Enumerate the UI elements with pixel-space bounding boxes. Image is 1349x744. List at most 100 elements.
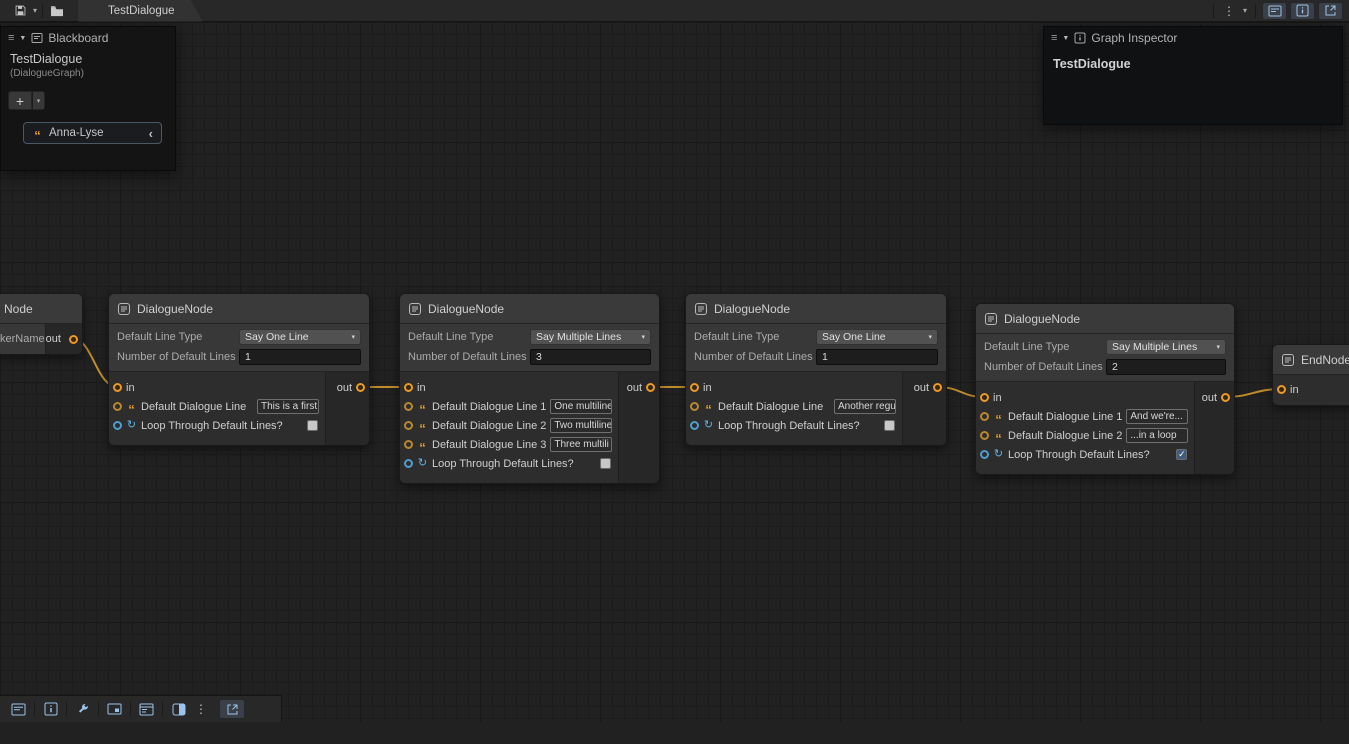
- num-default-lines-field[interactable]: 1: [816, 349, 938, 365]
- graph-name: TestDialogue: [1053, 57, 1333, 71]
- dialogue-line-field[interactable]: Another regu: [834, 399, 896, 414]
- line-port[interactable]: [980, 412, 989, 421]
- out-port-label: out: [627, 382, 642, 394]
- out-port[interactable]: [69, 335, 78, 344]
- dialogue-line-field[interactable]: This is a first: [257, 399, 319, 414]
- node-header[interactable]: DialogueNode: [976, 304, 1234, 334]
- in-port[interactable]: [1277, 385, 1286, 394]
- dialogue-line-field[interactable]: ...in a loop: [1126, 428, 1188, 443]
- line-port[interactable]: [404, 440, 413, 449]
- more-menu-button[interactable]: ⋮: [1220, 4, 1238, 18]
- num-default-lines-field[interactable]: 1: [239, 349, 361, 365]
- quote-icon: “: [417, 403, 428, 411]
- chevron-down-icon: ▾: [1216, 343, 1220, 351]
- line-port[interactable]: [404, 402, 413, 411]
- node-title: DialogueNode: [428, 302, 504, 316]
- drag-handle-icon[interactable]: ≡: [8, 32, 14, 44]
- field-label: Anna-Lyse: [49, 127, 143, 139]
- open-preview-button[interactable]: [1318, 2, 1343, 20]
- graph-type: (DialogueGraph): [10, 68, 166, 79]
- save-options-dropdown[interactable]: ▾: [31, 6, 39, 15]
- toolbar-divider: [98, 701, 99, 717]
- dialogue-node-icon: [694, 302, 708, 316]
- drag-handle-icon[interactable]: ≡: [1051, 32, 1057, 44]
- save-button[interactable]: [10, 1, 31, 21]
- dialogue-node-3[interactable]: DialogueNode Default Line Type Say One L…: [685, 293, 947, 446]
- line-port[interactable]: [690, 402, 699, 411]
- num-default-lines-field[interactable]: 3: [530, 349, 651, 365]
- wrench-icon[interactable]: [69, 698, 96, 720]
- blackboard-panel: ≡ ▼ Blackboard TestDialogue (DialogueGra…: [0, 26, 176, 171]
- blackboard-field[interactable]: “ Anna-Lyse ‹: [23, 122, 162, 144]
- minimap-toggle-icon[interactable]: [101, 698, 128, 720]
- add-property-dropdown[interactable]: ▾: [32, 91, 45, 110]
- out-port[interactable]: [933, 383, 942, 392]
- line-port[interactable]: [404, 421, 413, 430]
- inspector-toggle-button[interactable]: [1290, 2, 1315, 20]
- node-header[interactable]: EndNode: [1273, 345, 1349, 375]
- line-label: Default Dialogue Line 1: [1008, 411, 1122, 423]
- dialogue-line-field[interactable]: Three multili: [550, 437, 612, 452]
- dialogue-node-4[interactable]: DialogueNode Default Line Type Say Multi…: [975, 303, 1235, 475]
- inspector-header[interactable]: ≡ ▼ Graph Inspector: [1044, 27, 1342, 49]
- bool-port[interactable]: [404, 459, 413, 468]
- blackboard-toggle-button[interactable]: [1262, 2, 1287, 20]
- more-options-icon[interactable]: ⋮: [192, 698, 210, 720]
- bool-port[interactable]: [113, 421, 122, 430]
- loop-checkbox[interactable]: [307, 420, 318, 431]
- bool-port[interactable]: [980, 450, 989, 459]
- dialogue-line-field[interactable]: And we're...: [1126, 409, 1188, 424]
- toolbar-divider: [162, 701, 163, 717]
- node-header[interactable]: DialogueNode: [686, 294, 946, 324]
- breadcrumb-tab[interactable]: TestDialogue: [78, 0, 202, 22]
- node-header[interactable]: DialogueNode: [400, 294, 659, 324]
- loop-checkbox[interactable]: ✓: [1176, 449, 1187, 460]
- collapse-chevron-icon[interactable]: ‹: [149, 127, 153, 140]
- line-type-dropdown[interactable]: Say One Line ▾: [816, 329, 938, 345]
- in-port[interactable]: [404, 383, 413, 392]
- foldout-icon[interactable]: ▼: [19, 35, 26, 42]
- loop-checkbox[interactable]: [600, 458, 611, 469]
- out-port[interactable]: [646, 383, 655, 392]
- line-type-dropdown[interactable]: Say Multiple Lines ▾: [1106, 339, 1226, 355]
- quote-icon: “: [32, 129, 43, 137]
- foldout-icon[interactable]: ▼: [1062, 35, 1069, 42]
- node-title: DialogueNode: [714, 302, 790, 316]
- node-header[interactable]: DialogueNode: [109, 294, 369, 324]
- line-type-dropdown[interactable]: Say One Line ▾: [239, 329, 361, 345]
- out-port-label: out: [914, 382, 929, 394]
- bool-port[interactable]: [690, 421, 699, 430]
- preview-toggle-icon[interactable]: [165, 698, 192, 720]
- line-type-dropdown[interactable]: Say Multiple Lines ▾: [530, 329, 651, 345]
- panel-title: Graph Inspector: [1091, 31, 1177, 45]
- inspector-toggle-icon[interactable]: [37, 698, 64, 720]
- add-property-button[interactable]: +: [8, 91, 32, 110]
- in-port[interactable]: [980, 393, 989, 402]
- node-title: Node: [4, 302, 33, 316]
- blackboard-header[interactable]: ≡ ▼ Blackboard: [1, 27, 175, 49]
- in-port-label: in: [417, 382, 614, 394]
- dialogue-line-field[interactable]: Two multiline: [550, 418, 612, 433]
- in-port[interactable]: [690, 383, 699, 392]
- out-port[interactable]: [1221, 393, 1230, 402]
- open-asset-button[interactable]: [46, 1, 68, 21]
- out-port[interactable]: [356, 383, 365, 392]
- num-default-lines-field[interactable]: 2: [1106, 359, 1226, 375]
- loop-checkbox[interactable]: [884, 420, 895, 431]
- dialogue-node-1[interactable]: DialogueNode Default Line Type Say One L…: [108, 293, 370, 446]
- dialogue-node-2[interactable]: DialogueNode Default Line Type Say Multi…: [399, 293, 660, 484]
- in-port[interactable]: [113, 383, 122, 392]
- blackboard-toggle-icon[interactable]: [5, 698, 32, 720]
- node-header[interactable]: Node: [0, 294, 82, 324]
- bottom-toolbar: ⋮: [0, 695, 282, 722]
- line-port[interactable]: [113, 402, 122, 411]
- panel-toggle-icon[interactable]: [133, 698, 160, 720]
- start-node[interactable]: Node kerName out: [0, 293, 83, 355]
- more-menu-dropdown[interactable]: ▾: [1241, 6, 1249, 15]
- graph-canvas[interactable]: Node kerName out DialogueNode Default Li…: [0, 22, 1349, 722]
- property-label: Default Line Type: [117, 331, 239, 343]
- line-port[interactable]: [980, 431, 989, 440]
- open-external-window-button[interactable]: [219, 699, 245, 719]
- end-node[interactable]: EndNode in: [1272, 344, 1349, 406]
- dialogue-line-field[interactable]: One multiline: [550, 399, 612, 414]
